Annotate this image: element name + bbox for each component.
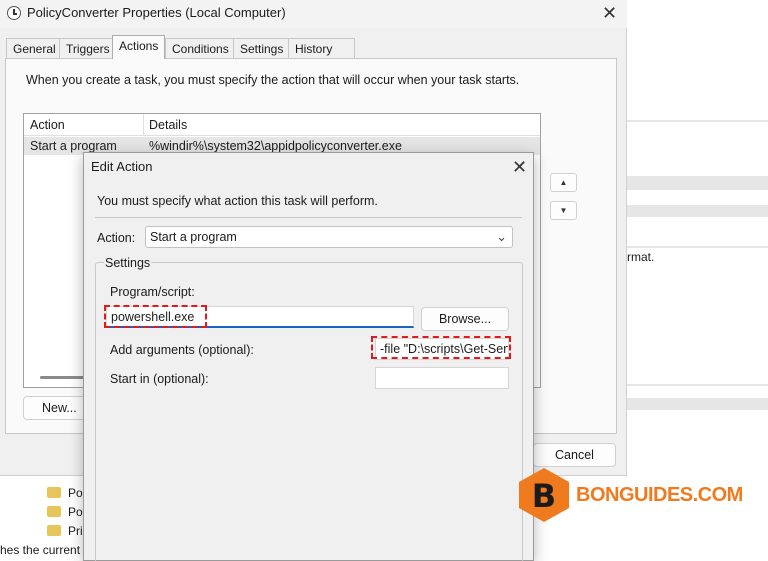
close-icon[interactable]: ✕: [512, 158, 527, 176]
arguments-label: Add arguments (optional):: [110, 343, 254, 357]
logo-letter: B: [532, 477, 556, 515]
tab-history[interactable]: History (disabled): [288, 38, 355, 70]
background-row: [627, 384, 768, 386]
background-row: [627, 176, 768, 190]
action-cell: Start a program: [30, 139, 117, 153]
title-bar: PolicyConverter Properties (Local Comput…: [0, 0, 627, 28]
details-cell: %windir%\system32\appidpolicyconverter.e…: [149, 139, 402, 153]
background-row: [627, 398, 768, 410]
action-select-value: Start a program: [150, 230, 237, 244]
dialog-title: Edit Action: [91, 159, 153, 174]
arrow-down-icon: ▼: [559, 206, 568, 215]
move-down-button[interactable]: ▼: [550, 201, 577, 220]
folder-icon: [47, 506, 61, 518]
background-text: rmat.: [627, 250, 655, 264]
background-row: [627, 120, 768, 122]
background-row: [627, 205, 768, 217]
action-label: Action:: [97, 231, 136, 245]
start-in-label: Start in (optional):: [110, 372, 209, 386]
settings-group-label: Settings: [104, 256, 152, 270]
cancel-button[interactable]: Cancel: [533, 443, 616, 467]
start-in-input[interactable]: [375, 367, 509, 389]
close-icon[interactable]: ✕: [602, 4, 617, 22]
background-row: [627, 246, 768, 248]
browse-button[interactable]: Browse...: [421, 307, 509, 331]
edit-action-dialog: Edit Action ✕ You must specify what acti…: [83, 152, 534, 561]
action-select[interactable]: Start a program ⌄: [145, 226, 513, 248]
arrow-up-icon: ▲: [559, 178, 568, 187]
bonguides-logo: B: [519, 468, 569, 522]
tab-actions[interactable]: Actions: [112, 35, 166, 59]
column-header-action[interactable]: Action: [30, 118, 65, 132]
tab-general[interactable]: General: [6, 38, 63, 59]
background-folder-item[interactable]: Po: [47, 485, 87, 501]
intro-text: When you create a task, you must specify…: [26, 73, 520, 87]
clock-icon: [7, 6, 21, 20]
tab-settings[interactable]: Settings: [233, 38, 291, 59]
background-folder-item[interactable]: Pri: [47, 523, 87, 539]
folder-icon: [47, 487, 61, 499]
tab-triggers[interactable]: Triggers: [59, 38, 117, 59]
background-folder-item[interactable]: Po: [47, 504, 87, 520]
chevron-down-icon: ⌄: [496, 229, 507, 244]
watermark-text: BONGUIDES.COM: [576, 484, 743, 506]
column-separator: [143, 114, 144, 136]
status-text: hes the current: [0, 539, 90, 561]
list-header: Action Details: [24, 114, 540, 136]
folder-icon: [47, 525, 61, 537]
annotation-highlight: [371, 336, 511, 359]
move-up-button[interactable]: ▲: [550, 173, 577, 192]
divider: [95, 217, 522, 218]
dialog-description: You must specify what action this task w…: [97, 194, 378, 208]
program-script-label: Program/script:: [110, 285, 195, 299]
column-header-details[interactable]: Details: [149, 118, 187, 132]
annotation-highlight: [104, 305, 207, 328]
tab-conditions[interactable]: Conditions: [165, 38, 236, 59]
window-title: PolicyConverter Properties (Local Comput…: [27, 5, 286, 20]
